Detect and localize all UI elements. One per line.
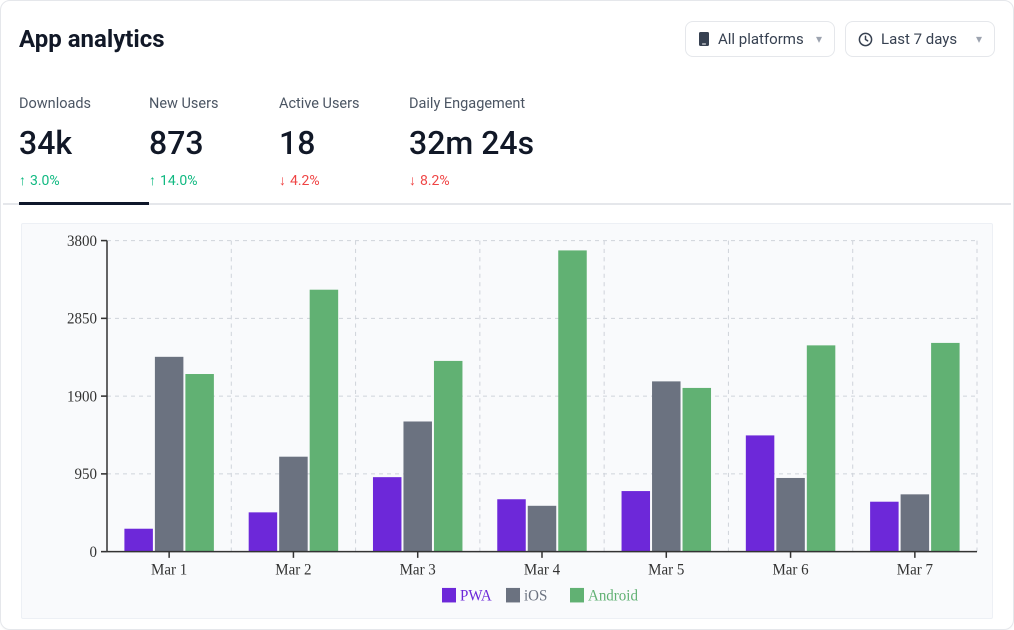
metric-delta: ↑ 3.0%	[19, 172, 149, 189]
svg-text:Mar 5: Mar 5	[648, 561, 685, 578]
downloads-bar-chart: 0 950 1900 2850 3800 Mar 1 Mar 2 Mar 3 Mar 4 Mar …	[22, 224, 992, 618]
metric-engagement[interactable]: Daily Engagement 32m 24s ↓ 8.2%	[409, 93, 609, 203]
svg-text:Mar 1: Mar 1	[151, 561, 187, 578]
metric-delta: ↓ 4.2%	[279, 172, 409, 189]
metric-delta: ↑ 14.0%	[149, 172, 279, 189]
metric-value: 873	[149, 124, 279, 162]
svg-text:Mar 4: Mar 4	[524, 561, 561, 578]
metric-delta-value: 14.0%	[160, 173, 198, 189]
metric-label: New Users	[149, 95, 279, 112]
arrow-down-icon: ↓	[409, 172, 416, 189]
card-header: App analytics All platforms ▾ Last 7 day…	[3, 3, 1011, 63]
metric-value: 18	[279, 124, 409, 162]
range-filter-dropdown[interactable]: Last 7 days ▾	[845, 21, 995, 57]
analytics-card: App analytics All platforms ▾ Last 7 day…	[0, 0, 1014, 630]
metric-value: 32m 24s	[409, 124, 609, 162]
range-filter-label: Last 7 days	[881, 30, 968, 48]
svg-text:Mar 2: Mar 2	[275, 561, 311, 578]
svg-text:Mar 6: Mar 6	[772, 561, 809, 578]
metric-new-users[interactable]: New Users 873 ↑ 14.0%	[149, 93, 279, 203]
svg-text:Android: Android	[588, 587, 638, 604]
platform-filter-dropdown[interactable]: All platforms ▾	[685, 21, 835, 57]
svg-text:Mar 7: Mar 7	[897, 561, 934, 578]
metric-active-users[interactable]: Active Users 18 ↓ 4.2%	[279, 93, 409, 203]
metric-downloads[interactable]: Downloads 34k ↑ 3.0%	[19, 93, 149, 203]
device-icon	[698, 31, 710, 47]
arrow-down-icon: ↓	[279, 172, 286, 189]
clock-icon	[858, 32, 873, 47]
svg-text:0: 0	[89, 544, 97, 561]
chart-surface: 0 950 1900 2850 3800 Mar 1 Mar 2 Mar 3 Mar 4 Mar …	[21, 223, 993, 619]
metric-delta-value: 8.2%	[420, 173, 450, 189]
metric-delta: ↓ 8.2%	[409, 172, 609, 189]
svg-text:Mar 3: Mar 3	[400, 561, 437, 578]
metrics-row: Downloads 34k ↑ 3.0% New Users 873 ↑ 14.…	[3, 63, 1011, 205]
arrow-up-icon: ↑	[149, 172, 156, 189]
metric-label: Active Users	[279, 95, 409, 112]
page-title: App analytics	[19, 25, 675, 53]
chevron-down-icon: ▾	[816, 32, 822, 46]
metric-label: Daily Engagement	[409, 95, 609, 112]
svg-text:PWA: PWA	[460, 587, 492, 604]
chart-container: 0 950 1900 2850 3800 Mar 1 Mar 2 Mar 3 Mar 4 Mar …	[3, 205, 1011, 629]
metric-label: Downloads	[19, 95, 149, 112]
arrow-up-icon: ↑	[19, 172, 26, 189]
chevron-down-icon: ▾	[976, 32, 982, 46]
svg-text:2850: 2850	[67, 310, 97, 327]
metric-delta-value: 4.2%	[290, 173, 320, 189]
metric-delta-value: 3.0%	[30, 173, 60, 189]
svg-text:950: 950	[75, 466, 98, 483]
svg-text:1900: 1900	[67, 388, 97, 405]
metric-value: 34k	[19, 124, 149, 162]
svg-text:iOS: iOS	[524, 587, 547, 604]
svg-text:3800: 3800	[67, 233, 97, 250]
platform-filter-label: All platforms	[718, 30, 808, 48]
